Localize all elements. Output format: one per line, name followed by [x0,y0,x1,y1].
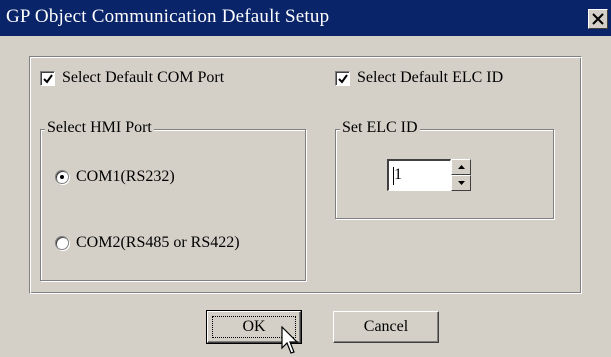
radio-com1-label: COM1(RS232) [76,168,175,185]
com-port-checkbox-label: Select Default COM Port [62,69,225,86]
ok-button-label: OK [242,318,266,335]
com-port-checkbox[interactable] [40,70,55,86]
check-icon [338,73,348,84]
dialog-panel: Select Default COM Port Select Default E… [29,56,582,294]
radio-com2-row[interactable]: COM2(RS485 or RS422) [55,234,240,252]
mouse-pointer-icon [281,326,299,354]
dialog-window: GP Object Communication Default Setup Se… [0,0,611,357]
radio-com1-row[interactable]: COM1(RS232) [55,168,175,186]
close-button[interactable] [588,9,608,29]
elc-id-input[interactable]: 1 [387,159,451,191]
cancel-button[interactable]: Cancel [333,311,439,343]
check-icon [43,73,53,84]
title-bar[interactable]: GP Object Communication Default Setup [0,0,611,36]
elc-id-checkbox-label: Select Default ELC ID [357,69,504,86]
elc-id-checkbox-row[interactable]: Select Default ELC ID [335,69,503,87]
elc-id-group-label: Set ELC ID [340,119,420,137]
spin-up-arrow-icon [458,165,465,169]
radio-selected-dot [60,175,64,179]
radio-com1[interactable] [55,170,69,184]
elc-id-group: Set ELC ID 1 [335,119,554,219]
window-title: GP Object Communication Default Setup [6,6,330,27]
spin-down-button[interactable] [451,175,471,191]
close-icon [592,13,604,25]
elc-id-checkbox[interactable] [335,70,350,86]
spin-up-button[interactable] [451,159,471,175]
hmi-port-group: Select HMI Port COM1(RS232) COM2(RS485 o… [40,119,306,281]
spin-down-arrow-icon [458,181,465,185]
com-port-checkbox-row[interactable]: Select Default COM Port [40,69,224,87]
hmi-port-group-label: Select HMI Port [45,119,154,137]
elc-id-value: 1 [394,166,402,183]
cancel-button-label: Cancel [363,318,409,335]
radio-com2-label: COM2(RS485 or RS422) [76,234,240,251]
text-caret [393,167,394,185]
radio-com2[interactable] [55,236,69,250]
